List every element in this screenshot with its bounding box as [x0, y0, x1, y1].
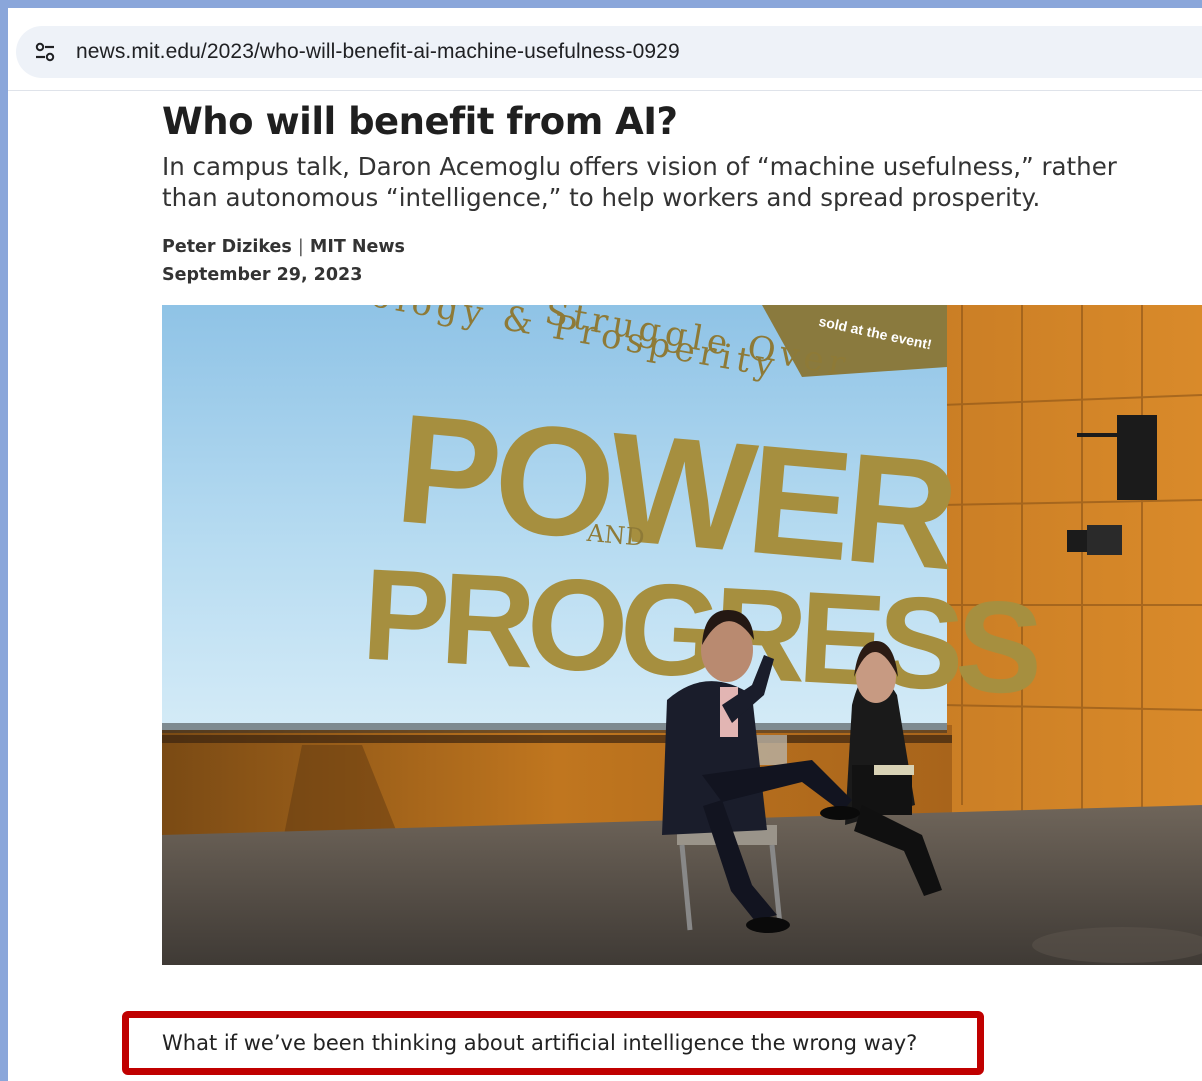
- article-photo: sold at the event! Struggle Over ology &…: [162, 305, 1202, 965]
- poster-title-and: AND: [585, 519, 646, 552]
- publish-date: September 29, 2023: [162, 265, 363, 285]
- highlighted-first-sentence: What if we’ve been thinking about artifi…: [122, 1011, 984, 1075]
- tune-icon[interactable]: [30, 37, 60, 67]
- article-first-sentence: What if we’ve been thinking about artifi…: [162, 1031, 918, 1055]
- dek-line-1: In campus talk, Daron Acemoglu offers vi…: [162, 152, 1117, 181]
- dek-line-2: than autonomous “intelligence,” to help …: [162, 183, 1041, 212]
- byline: Peter Dizikes | MIT News: [162, 237, 1202, 257]
- article-dek: In campus talk, Daron Acemoglu offers vi…: [162, 151, 1202, 213]
- article-headline: Who will benefit from AI?: [162, 100, 678, 143]
- url-text[interactable]: news.mit.edu/2023/who-will-benefit-ai-ma…: [76, 40, 680, 64]
- article-header: Who will benefit from AI? In campus talk…: [162, 94, 1202, 285]
- source-link[interactable]: MIT News: [310, 237, 405, 257]
- byline-separator: |: [297, 237, 304, 257]
- browser-window: news.mit.edu/2023/who-will-benefit-ai-ma…: [8, 8, 1202, 1081]
- author-link[interactable]: Peter Dizikes: [162, 237, 292, 257]
- omnibox[interactable]: news.mit.edu/2023/who-will-benefit-ai-ma…: [16, 26, 1202, 78]
- address-bar: news.mit.edu/2023/who-will-benefit-ai-ma…: [8, 8, 1202, 90]
- toolbar-divider: [8, 90, 1202, 91]
